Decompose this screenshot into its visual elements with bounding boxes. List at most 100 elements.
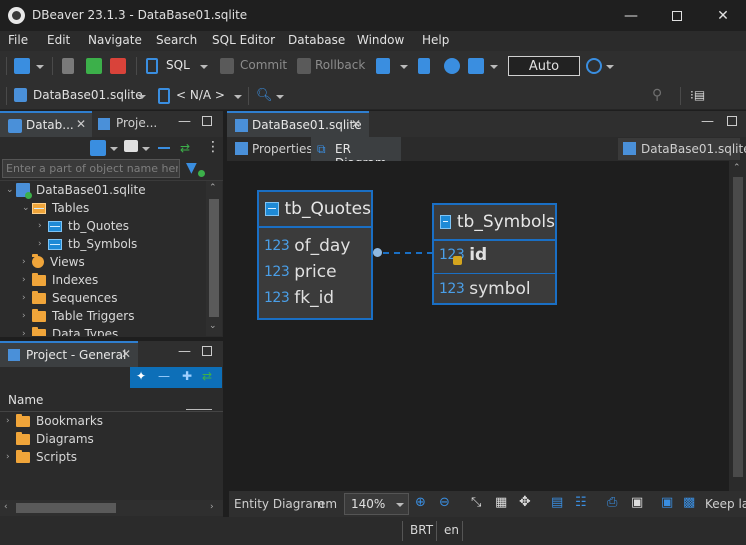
project-item-scripts[interactable]: › Scripts [6, 448, 77, 466]
tab-database01-sqlite[interactable]: DataBase01.sqlite ✕ [227, 111, 369, 137]
scrollbar-thumb[interactable] [16, 503, 116, 513]
tree-item-views[interactable]: › Views [22, 253, 85, 271]
print-icon[interactable]: ⎙ [607, 495, 617, 510]
session-manager-icon[interactable] [468, 58, 484, 74]
relation-endpoint[interactable] [373, 248, 382, 257]
minimize-button[interactable]: — [608, 0, 654, 31]
navigator-filter-input[interactable]: Enter a part of object name here [2, 159, 180, 178]
minimize-editor-button[interactable]: — [701, 114, 714, 129]
tree-item-datasource[interactable]: ⌄ DataBase01.sqlite [6, 181, 146, 199]
filter-icon[interactable]: ▼ [186, 160, 197, 176]
subtab-er-diagram[interactable]: ⧉ ER Diagram [311, 137, 401, 170]
tree-item-indexes[interactable]: › Indexes [22, 271, 98, 289]
dashboard-icon[interactable] [444, 58, 460, 74]
maximize-editor-button[interactable] [727, 116, 737, 126]
close-icon[interactable]: ✕ [76, 117, 86, 131]
tree-item-table-triggers[interactable]: › Table Triggers [22, 307, 134, 325]
timezone-indicator[interactable]: BRT [410, 523, 433, 537]
connect-icon[interactable] [62, 58, 74, 74]
minimize-panel-button[interactable]: — [178, 114, 191, 129]
tree-item-data-types[interactable]: › Data Types [22, 325, 118, 336]
navigator-scrollbar[interactable]: ⌃ ⌄ [206, 181, 222, 336]
transaction-mode-icon[interactable] [376, 58, 390, 74]
commit-button[interactable]: Commit [240, 58, 287, 72]
sql-button-label[interactable]: SQL [166, 58, 190, 72]
expand-all-icon[interactable]: ✚ [182, 369, 192, 383]
keep-layout-icon[interactable]: ▩ [683, 495, 695, 510]
menu-database[interactable]: Database [288, 33, 345, 47]
global-search-icon[interactable]: ⚲ [652, 87, 662, 103]
layout-icon[interactable]: ⤡ [471, 495, 481, 510]
column-symbol[interactable]: 123 symbol [439, 279, 531, 299]
maximize-panel-button[interactable] [202, 116, 212, 126]
column-of-day[interactable]: 123 of_day [264, 236, 350, 256]
editor-breadcrumb[interactable]: DataBase01.sqlite [618, 138, 746, 160]
lock-icon[interactable] [418, 58, 430, 74]
pan-icon[interactable]: ✥ [519, 494, 531, 510]
menu-help[interactable]: Help [422, 33, 449, 47]
menu-navigate[interactable]: Navigate [88, 33, 142, 47]
zoom-in-icon[interactable]: ⊕ [415, 495, 426, 510]
disconnect-icon[interactable] [86, 58, 102, 74]
relation-line[interactable] [383, 252, 433, 254]
keep-layout-label[interactable]: Keep la [705, 497, 746, 511]
column-price[interactable]: 123 price [264, 262, 337, 282]
maximize-panel-button[interactable] [202, 346, 212, 356]
grid-icon[interactable]: ▦ [495, 495, 507, 510]
export-image-icon[interactable]: ▣ [631, 495, 643, 510]
collapse-all-icon[interactable]: — [158, 369, 170, 383]
subtab-properties[interactable]: Properties [252, 142, 313, 156]
search-objects-icon[interactable]: 🔍︎ [256, 88, 273, 104]
new-folder-icon[interactable] [124, 140, 138, 152]
rollback-button[interactable]: Rollback [315, 58, 365, 72]
transaction-mode-select[interactable]: Auto [508, 56, 580, 76]
open-perspective-icon[interactable]: ⁝▤ [690, 88, 706, 104]
tree-item-tb-symbols[interactable]: › tb_Symbols [38, 235, 137, 253]
column-id[interactable]: 123 id [439, 245, 487, 265]
menu-window[interactable]: Window [357, 33, 404, 47]
tree-item-tables[interactable]: ⌄ Tables [22, 199, 89, 217]
menu-sql-editor[interactable]: SQL Editor [212, 33, 275, 47]
entity-tb-quotes[interactable]: tb_Quotes 123 of_day 123 price 123 fk_id [257, 190, 373, 320]
entity-tb-symbols[interactable]: tb_Symbols 123 id 123 symbol [432, 203, 557, 305]
save-layout-icon[interactable]: ▣ [661, 495, 673, 510]
close-window-button[interactable]: ✕ [700, 0, 746, 31]
new-connection-icon[interactable] [90, 140, 106, 156]
tab-project-general[interactable]: Project - General ✕ [0, 341, 138, 367]
scrollbar-thumb[interactable] [209, 199, 219, 317]
arrange-icon[interactable]: ☷ [575, 495, 587, 510]
new-connection-icon[interactable] [14, 58, 30, 74]
zoom-select[interactable]: 140% [344, 493, 409, 515]
tree-item-sequences[interactable]: › Sequences [22, 289, 117, 307]
active-schema[interactable]: < N/A > [176, 88, 225, 102]
commit-icon[interactable] [220, 58, 234, 74]
rollback-icon[interactable] [297, 58, 311, 74]
menu-file[interactable]: File [8, 33, 28, 47]
collapse-all-icon[interactable] [158, 147, 170, 149]
link-editor-icon[interactable]: ⇄ [180, 141, 190, 155]
project-item-bookmarks[interactable]: › Bookmarks [6, 412, 103, 430]
notes-icon[interactable]: ▤ [551, 495, 563, 510]
sql-editor-icon[interactable] [146, 58, 158, 74]
tab-database-navigator[interactable]: Datab... ✕ [0, 111, 92, 137]
menu-search[interactable]: Search [156, 33, 197, 47]
view-menu-icon[interactable]: ⋮ [206, 139, 220, 155]
close-icon[interactable]: ✕ [351, 117, 361, 131]
minimize-panel-button[interactable]: — [178, 344, 191, 359]
tree-item-tb-quotes[interactable]: › tb_Quotes [38, 217, 129, 235]
column-fk-id[interactable]: 123 fk_id [264, 288, 334, 308]
tab-projects[interactable]: Proje... [116, 116, 157, 130]
zoom-out-icon[interactable]: ⊖ [439, 495, 450, 510]
maximize-button[interactable] [654, 0, 700, 31]
link-editor-icon[interactable]: ⇄ [202, 369, 212, 383]
history-icon[interactable] [586, 58, 602, 74]
er-vscrollbar[interactable]: ⌃ [729, 161, 746, 491]
project-item-diagrams[interactable]: Diagrams [16, 430, 94, 448]
configure-icon[interactable]: ✦ [136, 369, 146, 383]
project-hscrollbar[interactable]: ‹ › [0, 500, 223, 516]
close-icon[interactable]: ✕ [121, 347, 131, 361]
disconnect-all-icon[interactable] [110, 58, 126, 74]
menu-edit[interactable]: Edit [47, 33, 70, 47]
active-datasource[interactable]: DataBase01.sqlite [33, 88, 143, 102]
name-column-header[interactable]: Name [8, 393, 43, 407]
